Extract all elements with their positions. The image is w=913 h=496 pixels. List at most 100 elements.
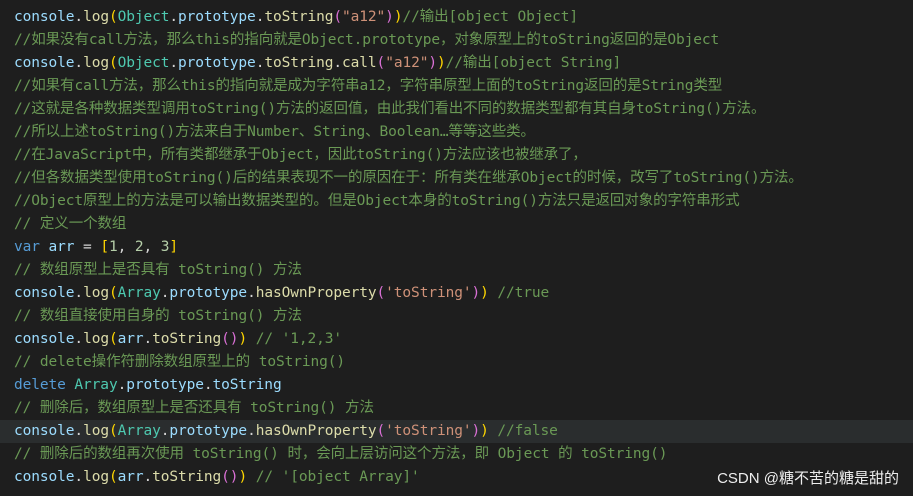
code-line[interactable]: console.log(Object.prototype.toString.ca… [14, 52, 913, 75]
code-line[interactable]: //Object原型上的方法是可以输出数据类型的。但是Object本身的toSt… [14, 190, 913, 213]
code-token: toString [152, 331, 222, 347]
code-token: . [74, 423, 84, 439]
code-token: ( [108, 9, 118, 25]
code-token: . [169, 55, 179, 71]
code-token: . [74, 9, 84, 25]
code-token: //Object原型上的方法是可以输出数据类型的。但是Object本身的toSt… [14, 193, 740, 209]
code-token: . [74, 331, 84, 347]
code-token: toString [264, 9, 334, 25]
code-token: ( [108, 423, 118, 439]
code-token: log [83, 285, 109, 301]
code-token: ) [471, 285, 481, 301]
code-line[interactable]: //所以上述toString()方法来自于Number、String、Boole… [14, 121, 913, 144]
code-token: toString [212, 377, 282, 393]
code-token: . [74, 55, 84, 71]
code-token: ) [436, 55, 446, 71]
code-line[interactable]: //但各数据类型使用toString()后的结果表现不一的原因在于：所有类在继承… [14, 167, 913, 190]
code-token: toString [264, 55, 334, 71]
code-token: // 删除后的数组再次使用 toString() 时，会向上层访问这个方法，即 … [14, 446, 668, 462]
code-token: // 数组原型上是否具有 toString() 方法 [14, 262, 302, 278]
code-token: "a12" [342, 9, 386, 25]
code-token: ( [333, 9, 343, 25]
code-token: //输出[object String] [445, 55, 622, 71]
code-line[interactable]: console.log(Array.prototype.hasOwnProper… [0, 420, 913, 443]
code-token: ( [108, 331, 118, 347]
code-token: . [247, 423, 256, 439]
code-line[interactable]: // 删除后的数组再次使用 toString() 时，会向上层访问这个方法，即 … [14, 443, 913, 466]
code-token: . [74, 469, 84, 485]
code-line[interactable]: //这就是各种数据类型调用toString()方法的返回值，由此我们看出不同的数… [14, 98, 913, 121]
code-line[interactable]: // delete操作符删除数组原型上的 toString() [14, 351, 913, 374]
code-token: delete [14, 377, 66, 393]
code-token: Array [117, 423, 161, 439]
csdn-watermark: CSDN @糖不苦的糖是甜的 [717, 470, 899, 487]
code-token: log [83, 9, 109, 25]
code-line[interactable]: console.log(Object.prototype.toString("a… [14, 6, 913, 29]
code-line[interactable]: //如果有call方法，那么this的指向就是成为字符串a12，字符串原型上面的… [14, 75, 913, 98]
code-token: toString [152, 469, 222, 485]
code-token: //如果没有call方法，那么this的指向就是Object.prototype… [14, 32, 720, 48]
code-token: prototype [169, 423, 248, 439]
code-token: console [14, 423, 75, 439]
code-token: , [143, 239, 161, 255]
code-token: // delete操作符删除数组原型上的 toString() [14, 354, 345, 370]
code-token: ( [376, 423, 386, 439]
code-token: ( [108, 285, 118, 301]
code-token: hasOwnProperty [255, 285, 377, 301]
code-token: ] [169, 239, 179, 255]
code-token: // '1,2,3' [247, 331, 343, 347]
code-token: Object [117, 55, 170, 71]
code-token: . [333, 55, 343, 71]
code-token: ) [238, 469, 248, 485]
code-editor[interactable]: console.log(Object.prototype.toString("a… [0, 0, 913, 496]
code-token: prototype [178, 9, 256, 25]
code-token: //所以上述toString()方法来自于Number、String、Boole… [14, 124, 535, 140]
code-token: ) [480, 285, 489, 301]
code-token: () [221, 469, 239, 485]
code-token: prototype [178, 55, 256, 71]
code-token: console [14, 469, 75, 485]
code-token: var [14, 239, 40, 255]
code-token: prototype [169, 285, 248, 301]
code-line[interactable]: delete Array.prototype.toString [14, 374, 913, 397]
code-line[interactable]: var arr = [1, 2, 3] [14, 236, 913, 259]
code-token: //但各数据类型使用toString()后的结果表现不一的原因在于：所有类在继承… [14, 170, 803, 186]
code-token: call [342, 55, 377, 71]
code-token: log [83, 423, 109, 439]
code-token: . [203, 377, 213, 393]
code-token: //true [488, 285, 550, 301]
code-token: ( [376, 285, 386, 301]
code-line[interactable]: console.log(arr.toString()) // '1,2,3' [14, 328, 913, 351]
code-line[interactable]: // 数组原型上是否具有 toString() 方法 [14, 259, 913, 282]
code-line[interactable]: console.log(Array.prototype.hasOwnProper… [14, 282, 913, 305]
code-token: [ [100, 239, 109, 255]
code-token: Object [117, 9, 170, 25]
code-token: 'toString' [385, 285, 472, 301]
code-token: ) [480, 423, 489, 439]
code-token: 'toString' [385, 423, 472, 439]
code-token: . [143, 469, 153, 485]
code-token: hasOwnProperty [255, 423, 377, 439]
code-token: ( [108, 55, 118, 71]
code-token: //这就是各种数据类型调用toString()方法的返回值，由此我们看出不同的数… [14, 101, 766, 117]
code-token: . [117, 377, 127, 393]
code-token: arr [48, 239, 75, 255]
code-token: () [221, 331, 239, 347]
code-token: ) [238, 331, 248, 347]
code-line[interactable]: //如果没有call方法，那么this的指向就是Object.prototype… [14, 29, 913, 52]
code-token: Array [117, 285, 161, 301]
code-token: = [74, 239, 101, 255]
code-token: ) [471, 423, 481, 439]
code-token: . [143, 331, 153, 347]
code-line[interactable]: // 数组直接使用自身的 toString() 方法 [14, 305, 913, 328]
code-line[interactable]: // 定义一个数组 [14, 213, 913, 236]
code-token: . [247, 285, 256, 301]
code-token: . [169, 9, 179, 25]
code-token: //在JavaScript中，所有类都继承于Object，因此toString(… [14, 147, 587, 163]
code-token: // 删除后，数组原型上是否还具有 toString() 方法 [14, 400, 374, 416]
code-token: console [14, 331, 75, 347]
code-line[interactable]: //在JavaScript中，所有类都继承于Object，因此toString(… [14, 144, 913, 167]
code-token: // 定义一个数组 [14, 216, 127, 232]
code-line[interactable]: // 删除后，数组原型上是否还具有 toString() 方法 [14, 397, 913, 420]
